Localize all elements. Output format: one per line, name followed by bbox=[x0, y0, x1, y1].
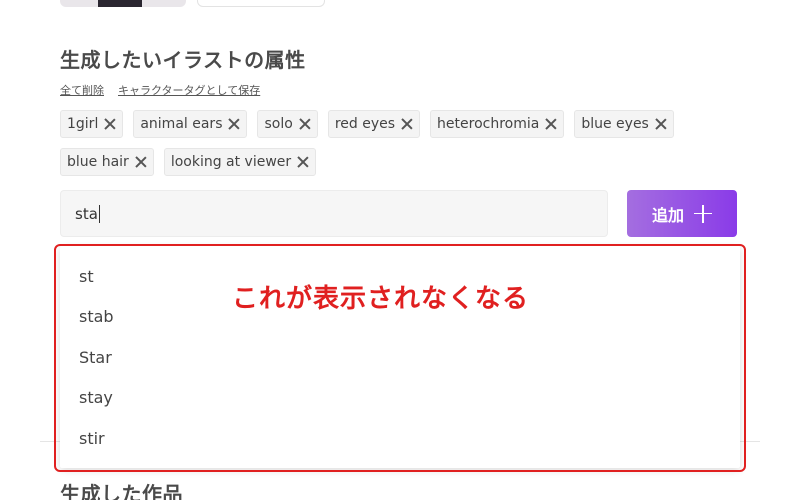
suggestion-item[interactable]: stay bbox=[79, 388, 113, 407]
generated-works-title: 生成した作品 bbox=[60, 482, 183, 500]
save-character-tag-link[interactable]: キャラクタータグとして保存 bbox=[118, 82, 260, 98]
close-icon[interactable] bbox=[299, 118, 311, 130]
suggestion-item[interactable]: stir bbox=[79, 429, 105, 448]
tag-row: 1girl animal ears solo red eyes heteroch… bbox=[60, 110, 680, 138]
tag-label: looking at viewer bbox=[170, 154, 292, 170]
close-icon[interactable] bbox=[228, 118, 240, 130]
tag-chip: blue eyes bbox=[574, 110, 674, 138]
tag-chip: animal ears bbox=[133, 110, 248, 138]
plus-icon bbox=[694, 204, 712, 223]
tag-label: blue hair bbox=[67, 154, 129, 170]
tag-chip: heterochromia bbox=[430, 110, 565, 138]
tag-label: solo bbox=[264, 116, 293, 132]
attributes-title: 生成したいイラストの属性 bbox=[60, 48, 306, 72]
close-icon[interactable] bbox=[297, 156, 309, 168]
close-icon[interactable] bbox=[104, 118, 116, 130]
close-icon[interactable] bbox=[655, 118, 667, 130]
close-icon[interactable] bbox=[135, 156, 147, 168]
annotation-text: これが表示されなくなる bbox=[232, 284, 530, 314]
search-input-value: sta bbox=[75, 204, 98, 223]
tag-label: heterochromia bbox=[437, 116, 540, 132]
tag-chip: 1girl bbox=[60, 110, 124, 138]
close-icon[interactable] bbox=[545, 118, 557, 130]
suggestion-item[interactable]: stab bbox=[79, 307, 114, 326]
text-caret bbox=[98, 204, 100, 223]
tag-chip: blue hair bbox=[60, 148, 154, 176]
tag-label: blue eyes bbox=[581, 116, 649, 132]
tag-label: red eyes bbox=[334, 116, 396, 132]
attribute-actions: 全て削除 キャラクタータグとして保存 bbox=[60, 82, 260, 98]
tag-chip: looking at viewer bbox=[163, 148, 317, 176]
suggestion-item[interactable]: st bbox=[79, 267, 94, 286]
tag-label: 1girl bbox=[67, 116, 99, 132]
tag-search-input[interactable]: sta bbox=[60, 190, 608, 237]
thumbnail-placeholder[interactable] bbox=[197, 0, 325, 7]
tag-list: 1girl animal ears solo red eyes heteroch… bbox=[60, 110, 680, 186]
tag-row: blue hair looking at viewer bbox=[60, 148, 680, 176]
tag-chip: red eyes bbox=[327, 110, 421, 138]
generated-image-thumbnail[interactable] bbox=[60, 0, 186, 7]
delete-all-link[interactable]: 全て削除 bbox=[60, 82, 104, 98]
add-tag-button[interactable]: 追加 bbox=[627, 190, 737, 237]
tag-chip: solo bbox=[257, 110, 318, 138]
thumbnail-figure bbox=[98, 0, 142, 7]
tag-label: animal ears bbox=[140, 116, 223, 132]
close-icon[interactable] bbox=[401, 118, 413, 130]
suggestion-item[interactable]: Star bbox=[79, 348, 112, 367]
add-button-label: 追加 bbox=[651, 205, 684, 225]
